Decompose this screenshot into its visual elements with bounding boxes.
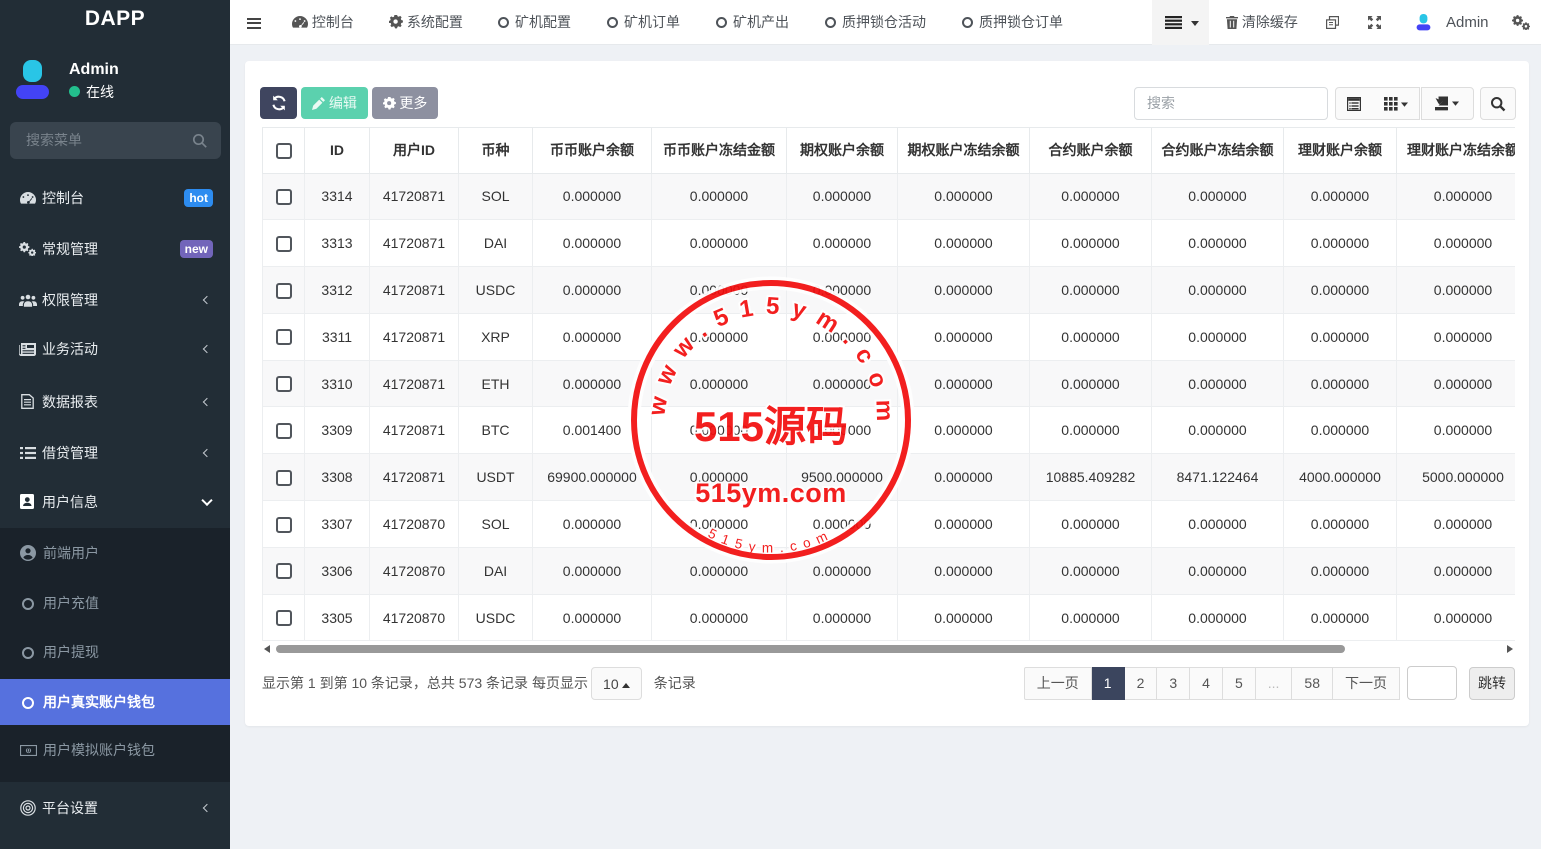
svg-text:515ym.com: 515ym.com [695, 478, 847, 508]
svg-text:515源码: 515源码 [694, 403, 848, 450]
